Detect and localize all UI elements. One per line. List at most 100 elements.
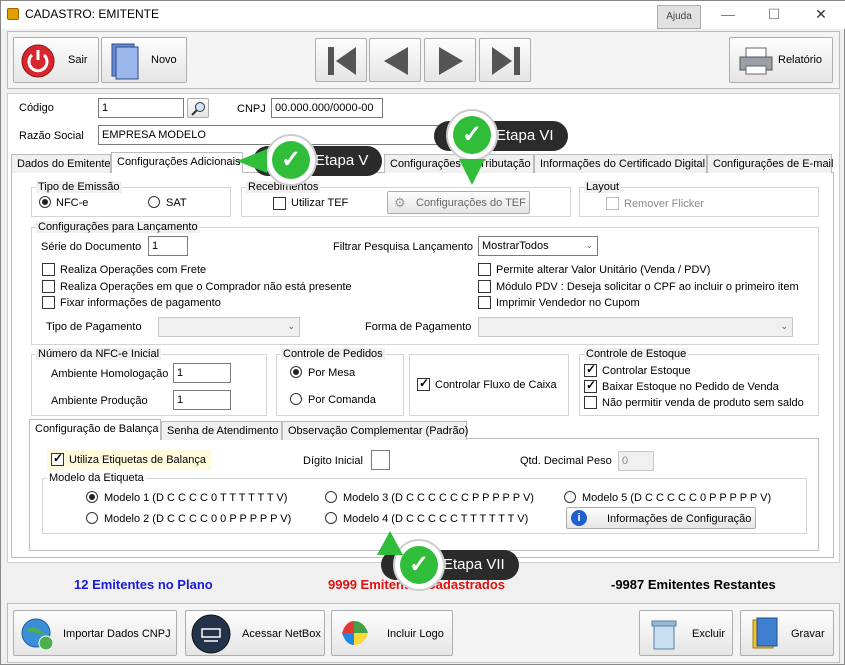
por-comanda-radio[interactable] (290, 393, 302, 405)
baixar-estoque-label: Baixar Estoque no Pedido de Venda (602, 381, 779, 393)
tab-configuracoes-adicionais[interactable]: Configurações Adicionais (111, 152, 243, 173)
filtrar-select[interactable]: MostrarTodos ⌄ (478, 236, 598, 256)
code-field[interactable]: 1 (98, 98, 184, 118)
tab-dados-emitente[interactable]: Dados do Emitente (11, 154, 111, 173)
controlar-estoque-checkbox[interactable] (584, 362, 597, 377)
report-button[interactable]: Relatório (729, 37, 833, 83)
subtab-balanca[interactable]: Configuração de Balança (29, 419, 161, 440)
tab-certificado-digital[interactable]: Informações do Certificado Digital (534, 154, 707, 173)
excluir-button[interactable]: Excluir (639, 610, 733, 656)
modelo4-radio[interactable] (325, 512, 337, 524)
comprador-checkbox[interactable] (42, 280, 55, 293)
fluxo-caixa-checkbox[interactable] (417, 376, 430, 391)
subtab-observacao[interactable]: Observação Complementar (Padrão) (282, 421, 468, 440)
close-button[interactable]: ✕ (806, 3, 836, 25)
imprimir-vendedor-checkbox[interactable] (478, 296, 491, 309)
modelo1-label: Modelo 1 (D C C C C 0 T T T T T T V) (104, 492, 288, 504)
power-icon (21, 44, 55, 78)
remover-flicker-checkbox[interactable] (606, 197, 619, 210)
tipo-pagamento-select[interactable]: ⌄ (158, 317, 300, 337)
utiliza-etiquetas-checkbox[interactable] (51, 451, 64, 466)
tab-configuracoes-email[interactable]: Configurações de E-mail (707, 154, 833, 173)
chevron-down-icon: ⌄ (287, 321, 295, 331)
minimize-button[interactable]: — (713, 3, 743, 25)
estoque-title: Controle de Estoque (584, 348, 689, 360)
importar-button[interactable]: Importar Dados CNPJ (13, 610, 177, 656)
magnifier-icon (191, 102, 205, 116)
modelo-title: Modelo da Etiqueta (47, 472, 146, 484)
baixar-estoque-checkbox[interactable] (584, 378, 597, 393)
last-icon (492, 47, 520, 75)
last-record-button[interactable] (479, 38, 531, 82)
netbox-button[interactable]: Acessar NetBox (185, 610, 325, 656)
etapa-vii-arrow (377, 531, 403, 555)
info-config-label: Informações de Configuração (607, 513, 752, 525)
modelo3-radio[interactable] (325, 491, 337, 503)
nfce-radio[interactable] (39, 196, 51, 208)
fixar-pagamento-label: Fixar informações de pagamento (60, 297, 221, 309)
forma-pagamento-select[interactable]: ⌄ (478, 317, 793, 337)
sat-label: SAT (166, 197, 187, 209)
utiliza-etiquetas-label: Utiliza Etiquetas de Balança (69, 454, 206, 466)
por-mesa-radio[interactable] (290, 366, 302, 378)
globe-icon (21, 618, 54, 651)
lancamento-title: Configurações para Lançamento (36, 221, 200, 233)
cnpj-field[interactable]: 00.000.000/0000-00 (271, 98, 383, 118)
search-code-button[interactable] (187, 98, 209, 118)
title-bar: CADASTRO: EMITENTE Ajuda — ☐ ✕ (1, 1, 845, 29)
incluir-logo-button[interactable]: Incluir Logo (331, 610, 453, 656)
serie-field[interactable]: 1 (148, 236, 188, 256)
producao-field[interactable]: 1 (173, 390, 231, 410)
por-mesa-label: Por Mesa (308, 367, 356, 379)
info-icon: i (571, 510, 587, 526)
modelo2-radio[interactable] (86, 512, 98, 524)
previous-record-button[interactable] (369, 38, 421, 82)
modulo-pdv-checkbox[interactable] (478, 280, 491, 293)
etapa-v-arrow (237, 149, 267, 173)
next-record-button[interactable] (424, 38, 476, 82)
modelo2-label: Modelo 2 (D C C C C 0 0 P P P P P V) (104, 513, 292, 525)
code-label: Código (19, 102, 54, 114)
modelo5-radio[interactable] (564, 491, 576, 503)
checkmark-icon: ✓ (272, 141, 310, 179)
first-icon (328, 47, 356, 75)
permite-alterar-checkbox[interactable] (478, 263, 491, 276)
serie-label: Série do Documento (41, 241, 142, 253)
main-window: CADASTRO: EMITENTE Ajuda — ☐ ✕ Sair Novo (0, 0, 845, 665)
first-record-button[interactable] (315, 38, 367, 82)
exit-button[interactable]: Sair (13, 37, 99, 83)
etapa-vi-arrow (459, 159, 485, 185)
gravar-button[interactable]: Gravar (740, 610, 834, 656)
report-label: Relatório (778, 54, 823, 66)
modelo4-label: Modelo 4 (D C C C C C T T T T T T V) (343, 513, 529, 525)
utilizar-tef-label: Utilizar TEF (291, 197, 349, 209)
info-config-button[interactable]: i Informações de Configuração (566, 507, 756, 529)
imprimir-vendedor-label: Imprimir Vendedor no Cupom (496, 297, 640, 309)
frete-label: Realiza Operações com Frete (60, 264, 207, 276)
digito-label: Dígito Inicial (303, 455, 363, 467)
utilizar-tef-checkbox[interactable] (273, 197, 286, 210)
producao-label: Ambiente Produção (51, 395, 148, 407)
excluir-label: Excluir (692, 628, 726, 640)
new-button[interactable]: Novo (101, 37, 187, 83)
fixar-pagamento-checkbox[interactable] (42, 296, 55, 309)
new-label: Novo (151, 54, 177, 66)
app-icon (7, 8, 19, 20)
sat-radio[interactable] (148, 196, 160, 208)
qtd-decimal-spinner[interactable]: 0 (618, 451, 654, 471)
homolog-field[interactable]: 1 (173, 363, 231, 383)
fluxo-caixa-label: Controlar Fluxo de Caixa (435, 379, 557, 391)
maximize-button[interactable]: ☐ (759, 3, 789, 25)
help-button[interactable]: Ajuda (657, 5, 701, 29)
comprador-label: Realiza Operações em que o Comprador não… (60, 281, 352, 293)
digito-field[interactable] (371, 450, 390, 470)
pedidos-title: Controle de Pedidos (281, 348, 385, 360)
window-title: CADASTRO: EMITENTE (25, 7, 160, 21)
importar-label: Importar Dados CNPJ (63, 628, 171, 640)
modelo1-radio[interactable] (86, 491, 98, 503)
subtab-senha[interactable]: Senha de Atendimento (161, 421, 282, 440)
netbox-label: Acessar NetBox (242, 628, 321, 640)
config-tef-button[interactable]: ⚙ Configurações do TEF (387, 191, 530, 214)
nao-permitir-checkbox[interactable] (584, 396, 597, 409)
frete-checkbox[interactable] (42, 263, 55, 276)
